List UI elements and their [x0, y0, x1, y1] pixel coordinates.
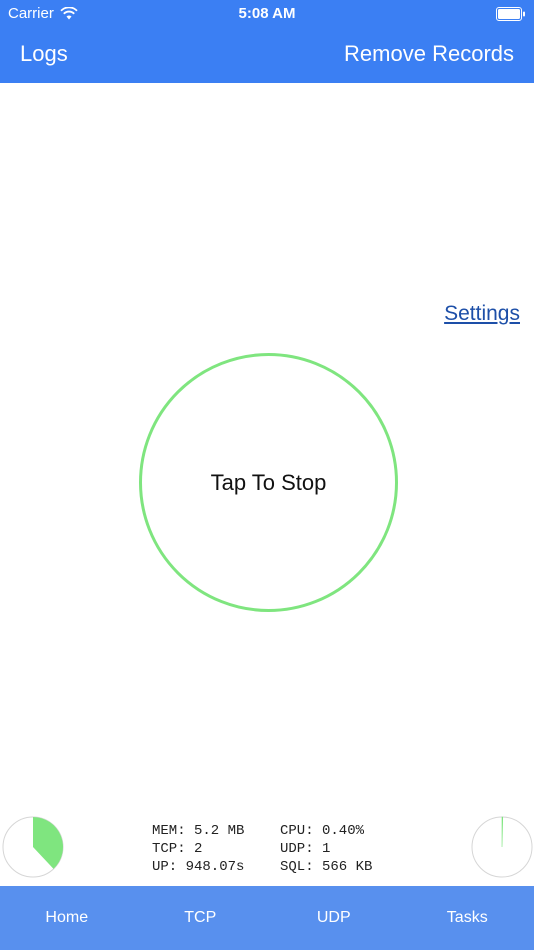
tab-bar: Home TCP UDP Tasks [0, 886, 534, 950]
sql-stat: SQL: 566 KB [280, 859, 373, 875]
cpu-stat: CPU: 0.40% [280, 823, 365, 839]
udp-stat: UDP: 1 [280, 841, 331, 857]
stats-panel: MEM: 5.2 MB CPU: 0.40% TCP: 2 UDP: 1 UP:… [152, 822, 408, 876]
settings-link[interactable]: Settings [444, 302, 520, 326]
uptime-stat: UP: 948.07s [152, 859, 245, 875]
tap-to-stop-button[interactable]: Tap To Stop [139, 353, 398, 612]
status-bar: Carrier 5:08 AM [0, 0, 534, 28]
tab-tcp[interactable]: TCP [134, 886, 268, 950]
tap-to-stop-label: Tap To Stop [210, 469, 327, 495]
tab-home[interactable]: Home [0, 886, 134, 950]
remove-records-button[interactable]: Remove Records [344, 41, 514, 67]
status-time: 5:08 AM [238, 5, 296, 22]
mem-stat: MEM: 5.2 MB [152, 823, 245, 839]
nav-bar: Logs Remove Records [0, 28, 534, 83]
tab-udp[interactable]: UDP [267, 886, 401, 950]
cpu-gauge [471, 816, 533, 878]
logs-button[interactable]: Logs [20, 41, 68, 67]
tab-tasks[interactable]: Tasks [401, 886, 534, 950]
tcp-stat: TCP: 2 [152, 841, 203, 857]
battery-icon [496, 7, 525, 21]
memory-gauge [2, 816, 64, 878]
